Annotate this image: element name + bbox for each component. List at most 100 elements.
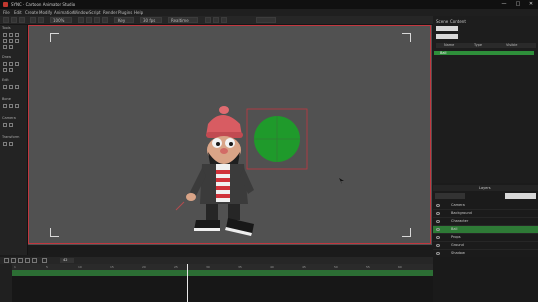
distribute-icon[interactable]	[9, 142, 13, 146]
menu-help[interactable]: Help	[134, 10, 143, 15]
open-project-button[interactable]	[11, 17, 17, 23]
grid-toggle-button[interactable]	[205, 17, 211, 23]
fps-select[interactable]: 30 fps	[140, 17, 162, 23]
menu-modify[interactable]: Modify	[39, 10, 52, 15]
status-area	[433, 257, 538, 302]
menu-render[interactable]: Render	[103, 10, 117, 15]
menu-plugins[interactable]: Plugins	[118, 10, 132, 15]
visibility-eye-icon[interactable]	[436, 236, 440, 239]
menu-script[interactable]: Script	[89, 10, 101, 15]
scene-list-selected-row[interactable]: Ball	[434, 51, 534, 55]
redo-button[interactable]	[38, 17, 44, 23]
prev-frame-button[interactable]	[11, 258, 16, 263]
eraser-icon[interactable]	[9, 68, 13, 72]
pen-icon[interactable]	[3, 45, 7, 49]
character-figure[interactable]	[170, 106, 270, 238]
warp-icon[interactable]	[9, 85, 13, 89]
light-icon[interactable]	[9, 123, 13, 127]
next-frame-button[interactable]	[25, 258, 30, 263]
menu-file[interactable]: File	[3, 10, 10, 15]
render-preview-button[interactable]	[256, 17, 276, 23]
last-frame-button[interactable]	[32, 258, 37, 263]
pan-icon[interactable]	[9, 33, 13, 37]
pin-icon[interactable]	[15, 104, 19, 108]
zoom-icon[interactable]	[15, 33, 19, 37]
left-leg	[206, 204, 218, 220]
select-icon[interactable]	[3, 33, 7, 37]
safe-frame-corner-tl	[50, 33, 59, 42]
align-icon[interactable]	[3, 142, 7, 146]
scale-icon[interactable]	[15, 39, 19, 43]
play-mode-select[interactable]: Realtime	[168, 17, 198, 23]
camera-icon[interactable]	[3, 123, 7, 127]
right-leg	[228, 204, 240, 220]
snap-toggle-button[interactable]	[213, 17, 219, 23]
layer-name: Background	[451, 211, 472, 215]
visibility-eye-icon[interactable]	[436, 228, 440, 231]
mirror-icon[interactable]	[15, 85, 19, 89]
scene-search-input[interactable]	[436, 34, 458, 39]
menu-edit[interactable]: Edit	[14, 10, 22, 15]
menu-window[interactable]: Window	[73, 10, 89, 15]
layer-row[interactable]: Camera	[433, 202, 538, 210]
zoom-select[interactable]: 100%	[50, 17, 72, 23]
ellipse-icon[interactable]	[9, 62, 13, 66]
layer-search-input[interactable]	[505, 193, 536, 199]
menu-bar: File Edit Create Modify Animation Window…	[0, 9, 538, 16]
layer-name: Ground	[451, 243, 464, 247]
save-button[interactable]	[19, 17, 25, 23]
deform-icon[interactable]	[3, 85, 7, 89]
frame-counter[interactable]: 42	[60, 258, 74, 263]
brush-icon[interactable]	[9, 45, 13, 49]
rotate-icon[interactable]	[9, 39, 13, 43]
left-hand	[186, 193, 196, 201]
move-icon[interactable]	[3, 39, 7, 43]
menu-create[interactable]: Create	[25, 10, 38, 15]
layer-row-selected[interactable]: Ball	[433, 226, 538, 234]
line-icon[interactable]	[15, 62, 19, 66]
shirt-stripe	[216, 178, 230, 182]
loop-button[interactable]	[42, 258, 47, 263]
layer-row[interactable]: Props	[433, 234, 538, 242]
visibility-eye-icon[interactable]	[436, 204, 440, 207]
key-button[interactable]: Key	[114, 17, 134, 23]
playhead[interactable]	[187, 264, 188, 302]
ik-icon[interactable]	[9, 104, 13, 108]
visibility-eye-icon[interactable]	[436, 252, 440, 255]
section-edit: Edit	[2, 78, 9, 82]
bone-icon[interactable]	[3, 104, 7, 108]
left-sole	[194, 228, 220, 231]
list-header: Name Type Visible	[436, 43, 536, 48]
timeline-tracks[interactable]	[12, 276, 433, 302]
close-button[interactable]: ✕	[525, 1, 537, 8]
menu-animation[interactable]: Animation	[54, 10, 74, 15]
safe-frame-corner-br	[402, 228, 411, 237]
layer-filter-select[interactable]	[435, 193, 465, 199]
section-transform: Transform	[2, 135, 20, 139]
tab-content[interactable]: Content	[450, 19, 466, 24]
tab-scene[interactable]: Scene	[436, 19, 448, 24]
layer-row[interactable]: Character	[433, 218, 538, 226]
scene-filter-dropdown[interactable]	[436, 26, 458, 31]
timeline-panel: 42 1 5 10 15 20 25 30 35 40 45 50 55 60	[0, 257, 433, 302]
rectangle-icon[interactable]	[3, 62, 7, 66]
new-project-button[interactable]	[3, 17, 9, 23]
visibility-eye-icon[interactable]	[436, 220, 440, 223]
visibility-eye-icon[interactable]	[436, 212, 440, 215]
camera-view-button[interactable]	[221, 17, 227, 23]
scale-tool-button[interactable]	[102, 17, 108, 23]
fill-icon[interactable]	[3, 68, 7, 72]
move-tool-button[interactable]	[86, 17, 92, 23]
first-frame-button[interactable]	[4, 258, 9, 263]
visibility-eye-icon[interactable]	[436, 244, 440, 247]
maximize-button[interactable]: □	[512, 1, 524, 8]
layer-name: Shadow	[451, 251, 465, 255]
layer-row[interactable]: Background	[433, 210, 538, 218]
layer-row[interactable]: Ground	[433, 242, 538, 250]
rotate-tool-button[interactable]	[94, 17, 100, 23]
minimize-button[interactable]: —	[498, 1, 510, 8]
select-tool-button[interactable]	[78, 17, 84, 23]
undo-button[interactable]	[30, 17, 36, 23]
ruler-tick-label: 45	[302, 265, 306, 269]
play-button[interactable]	[18, 258, 23, 263]
